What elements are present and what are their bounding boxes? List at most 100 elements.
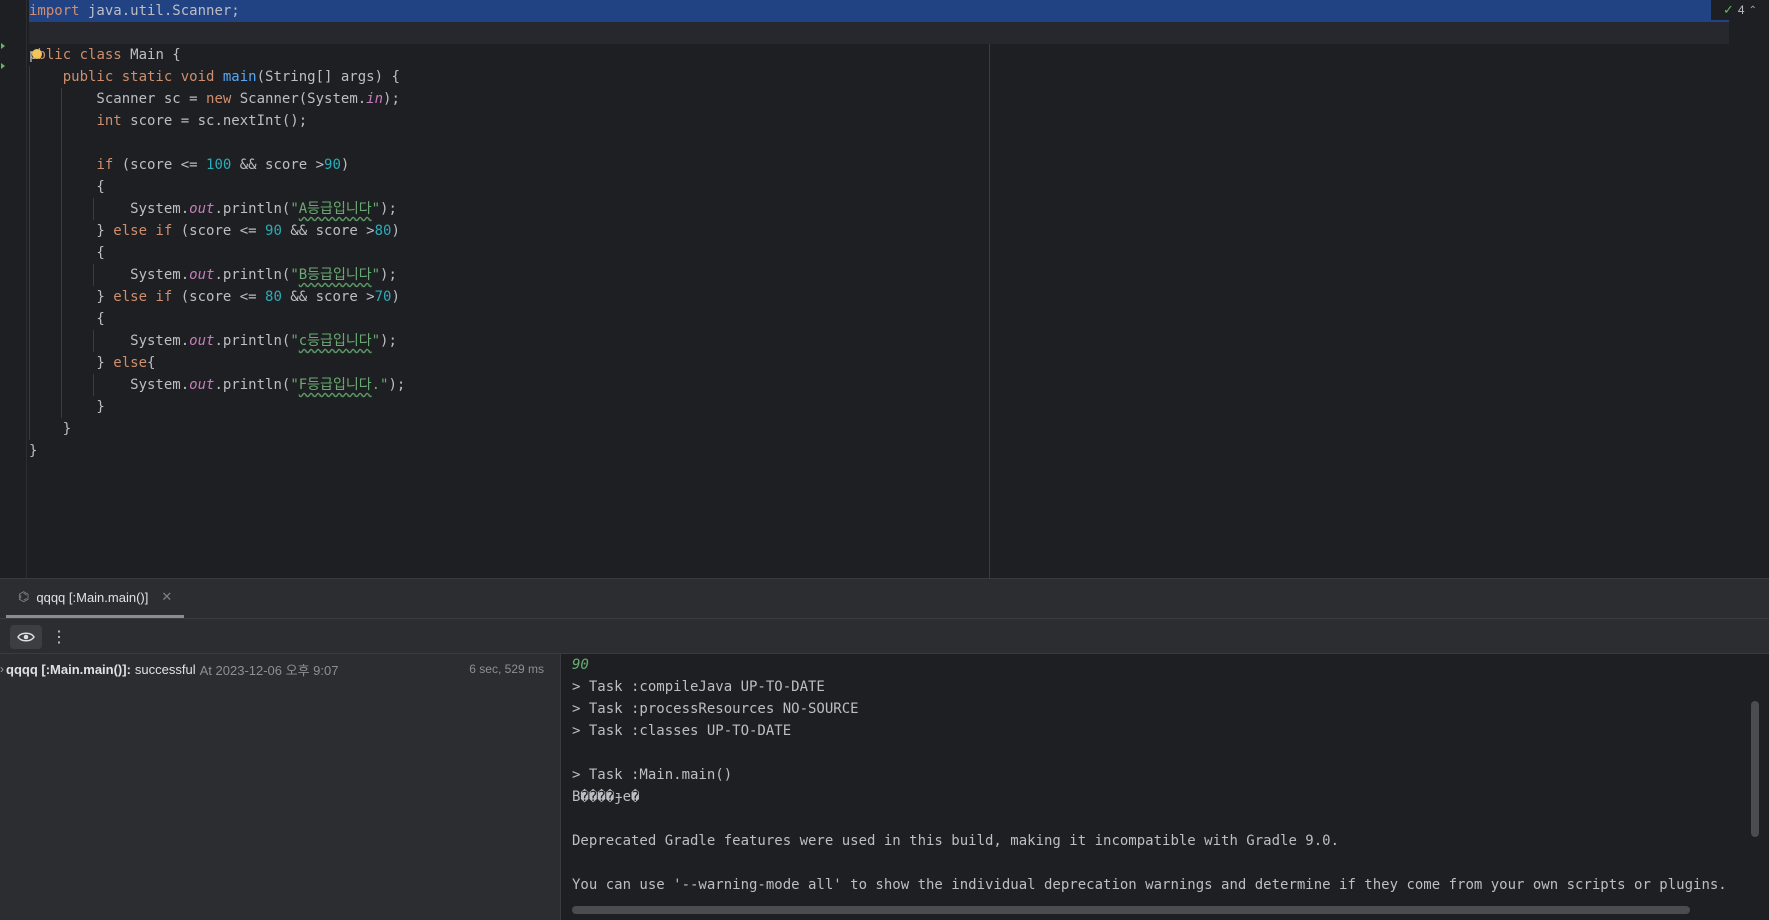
code-line[interactable]: System.out.println("B등급입니다");	[29, 264, 1729, 286]
code-token: Main {	[121, 47, 181, 63]
code-token: System.	[29, 201, 190, 217]
code-token: );	[380, 267, 397, 283]
code-line[interactable]: import java.util.Scanner;	[29, 0, 1729, 22]
code-token: }	[29, 289, 114, 305]
build-tree: › qqqq [:Main.main()]: successful At 202…	[0, 654, 560, 920]
indent-guide	[61, 330, 62, 352]
vertical-scrollbar[interactable]	[1751, 701, 1759, 837]
tab-run-qqqq[interactable]: ⌬ qqqq [:Main.main()] ✕	[6, 579, 185, 618]
code-token: out	[189, 201, 215, 217]
code-line[interactable]: } else if (score <= 80 && score >70)	[29, 286, 1729, 308]
indent-guide	[29, 374, 30, 396]
console-line: > Task :processResources NO-SOURCE	[572, 701, 859, 717]
code-token: ."	[371, 377, 389, 393]
code-token: score = sc.nextInt();	[121, 113, 308, 129]
indent-guide	[29, 198, 30, 220]
code-line[interactable]: {	[29, 308, 1729, 330]
indent-guide	[61, 308, 62, 330]
build-timestamp: At 2023-12-06 오후 9:07	[199, 662, 339, 678]
code-token: int	[96, 113, 122, 129]
code-line[interactable]: }	[29, 440, 1729, 462]
code-area[interactable]: import java.util.Scanner; pblic class Mai…	[29, 0, 1729, 462]
indent-guide	[61, 220, 62, 242]
code-token: }	[29, 421, 72, 437]
code-line[interactable]: }	[29, 396, 1729, 418]
eye-icon[interactable]	[10, 625, 42, 649]
chevron-up-icon[interactable]: ⌃	[1749, 5, 1757, 16]
run-class-icon[interactable]	[1, 43, 5, 49]
code-token: 90	[324, 157, 341, 173]
code-line[interactable]: {	[29, 242, 1729, 264]
console-line: You can use '--warning-mode all' to show…	[572, 877, 1727, 893]
code-token: main	[222, 69, 257, 85]
indent-guide	[61, 286, 62, 308]
indent-guide	[29, 264, 30, 286]
more-vertical-icon[interactable]: ⋮	[51, 625, 67, 649]
code-token: .println(	[214, 201, 291, 217]
code-line[interactable]	[29, 132, 1729, 154]
code-line[interactable]: System.out.println("c등급입니다");	[29, 330, 1729, 352]
code-line[interactable]: System.out.println("F등급입니다.");	[29, 374, 1729, 396]
close-icon[interactable]: ✕	[161, 589, 172, 605]
code-token: }	[29, 355, 114, 371]
indent-guide	[29, 352, 30, 374]
code-line[interactable]: } else if (score <= 90 && score >80)	[29, 220, 1729, 242]
code-token: {	[29, 179, 105, 195]
code-token: .println(	[214, 333, 291, 349]
code-line[interactable]: public static void main(String[] args) {	[29, 66, 1729, 88]
console-line: > Task :Main.main()	[572, 767, 733, 783]
code-token: 70	[374, 289, 392, 305]
code-line[interactable]: }	[29, 418, 1729, 440]
code-token: (score <=	[172, 223, 266, 239]
code-line[interactable]	[29, 22, 1729, 44]
indent-guide	[29, 154, 30, 176]
indent-guide	[29, 330, 30, 352]
code-token: {	[147, 355, 156, 371]
indent-guide	[61, 242, 62, 264]
indent-guide	[61, 396, 62, 418]
horizontal-scrollbar[interactable]	[572, 906, 1690, 914]
build-duration: 6 sec, 529 ms	[469, 662, 544, 676]
code-token: "	[290, 267, 299, 283]
code-editor[interactable]: import java.util.Scanner; pblic class Mai…	[0, 0, 1769, 578]
code-line[interactable]: System.out.println("A등급입니다");	[29, 198, 1729, 220]
code-token: )	[391, 289, 400, 305]
indent-guide	[61, 88, 62, 110]
code-token: public static void	[62, 69, 215, 85]
code-token: "	[371, 333, 381, 349]
code-token: {	[29, 311, 105, 327]
code-token: );	[388, 377, 406, 393]
inspection-widget[interactable]: ✓ 4 ⌃	[1711, 0, 1769, 20]
console-output[interactable]: 90 > Task :compileJava UP-TO-DATE > Task :…	[561, 654, 1769, 920]
code-line[interactable]: Scanner sc = new Scanner(System.in);	[29, 88, 1729, 110]
code-token: (String[] args) {	[256, 69, 400, 85]
build-status: successful	[134, 661, 196, 677]
inspection-count: 4	[1737, 3, 1745, 17]
code-token: if	[96, 157, 114, 173]
code-token: }	[29, 223, 114, 239]
code-line[interactable]: } else{	[29, 352, 1729, 374]
code-line[interactable]: pblic class Main {	[29, 44, 1729, 66]
code-token: Scanner sc =	[29, 91, 207, 107]
code-token: }	[29, 399, 105, 415]
code-token: && score >	[231, 157, 325, 173]
indent-guide	[29, 308, 30, 330]
indent-guide	[29, 132, 30, 154]
build-result-row[interactable]: › qqqq [:Main.main()]: successful At 202…	[0, 654, 548, 684]
indent-guide	[29, 396, 30, 418]
indent-guide	[29, 242, 30, 264]
code-line[interactable]: int score = sc.nextInt();	[29, 110, 1729, 132]
console-line: > Task :compileJava UP-TO-DATE	[572, 679, 825, 695]
code-token: in	[366, 91, 384, 107]
indent-guide	[93, 198, 94, 220]
indent-guide	[93, 374, 94, 396]
tool-window-tabs: ⌬ qqqq [:Main.main()] ✕	[0, 578, 1769, 618]
code-token: else if	[113, 289, 173, 305]
code-token: {	[29, 245, 105, 261]
code-token: "	[290, 201, 299, 217]
editor-gutter[interactable]	[0, 0, 27, 578]
code-line[interactable]: {	[29, 176, 1729, 198]
run-main-icon[interactable]	[1, 63, 5, 69]
code-line[interactable]: if (score <= 100 && score >90)	[29, 154, 1729, 176]
